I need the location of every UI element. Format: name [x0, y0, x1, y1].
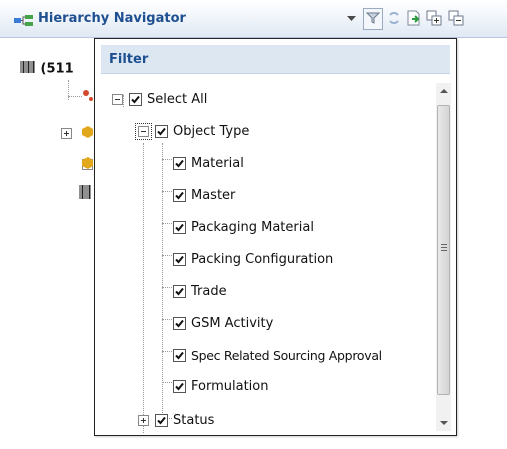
filter-select-all[interactable]: Select All [112, 87, 207, 111]
checkmark-icon [175, 382, 184, 390]
material-label: Material [191, 155, 244, 171]
checkmark-icon [175, 223, 184, 231]
packing-configuration-label: Packing Configuration [191, 251, 334, 267]
scroll-up-icon[interactable] [436, 83, 451, 99]
filter-item-gsm-activity[interactable]: GSM Activity [173, 311, 273, 335]
refresh-icon[interactable] [385, 9, 403, 27]
filter-item-spec-related-sourcing-approval[interactable]: Spec Related Sourcing Approval [173, 343, 382, 367]
checkmark-icon [175, 319, 184, 327]
formulation-label: Formulation [191, 378, 269, 394]
spec-related-sourcing-approval-checkbox[interactable] [173, 348, 186, 362]
collapse-all-icon[interactable] [447, 9, 465, 27]
root-node[interactable]: (511 [20, 60, 74, 78]
filter-popup: Filter Select All Object Type Material M… [94, 38, 457, 436]
gsm-activity-checkbox[interactable] [173, 316, 186, 330]
checkmark-icon [175, 255, 184, 263]
status-checkbox[interactable] [155, 413, 168, 427]
filter-scrollbar[interactable] [436, 83, 451, 431]
expand-node-button[interactable] [61, 128, 72, 139]
expand-all-icon[interactable] [425, 9, 443, 27]
filter-icon [365, 12, 381, 24]
checkmark-icon [157, 416, 166, 424]
packaging-material-checkbox[interactable] [173, 220, 186, 234]
grip-icon [441, 244, 447, 251]
filter-item-master[interactable]: Master [173, 183, 235, 207]
filter-item-formulation[interactable]: Formulation [173, 374, 268, 398]
checkmark-icon [131, 95, 140, 103]
structure-icon [82, 89, 94, 106]
filter-item-trade[interactable]: Trade [173, 279, 227, 303]
status-label: Status [173, 412, 215, 428]
object-type-label: Object Type [173, 123, 250, 139]
checkmark-icon [175, 287, 184, 295]
checkmark-icon [175, 159, 184, 167]
formulation-checkbox[interactable] [173, 379, 186, 393]
checkmark-icon [175, 351, 184, 359]
packaging-material-label: Packaging Material [191, 219, 314, 235]
filter-item-packing-configuration[interactable]: Packing Configuration [173, 247, 333, 271]
filter-tree: Select All Object Type Material Master P… [95, 79, 435, 433]
select-all-checkbox[interactable] [129, 92, 142, 106]
trade-label: Trade [191, 283, 227, 299]
packing-configuration-checkbox[interactable] [173, 252, 186, 266]
collapse-select-all-button[interactable] [112, 93, 123, 105]
filter-button[interactable] [363, 8, 383, 30]
root-node-label: (511 [40, 61, 74, 77]
trade-checkbox[interactable] [173, 284, 186, 298]
filter-popup-header: Filter [101, 45, 450, 74]
gsm-activity-label: GSM Activity [191, 315, 274, 331]
master-label: Master [191, 187, 236, 203]
barcode-icon [20, 60, 36, 78]
spec-related-sourcing-approval-label: Spec Related Sourcing Approval [191, 347, 382, 363]
filter-status[interactable]: Status [138, 408, 214, 432]
panel-title: Hierarchy Navigator [38, 11, 186, 26]
master-checkbox[interactable] [173, 188, 186, 202]
scroll-down-icon[interactable] [436, 415, 451, 431]
package-icon [80, 156, 94, 173]
object-type-checkbox[interactable] [155, 124, 168, 138]
expand-status-button[interactable] [138, 414, 149, 426]
filter-item-material[interactable]: Material [173, 151, 244, 175]
filter-item-packaging-material[interactable]: Packaging Material [173, 215, 314, 239]
barcode-icon [78, 184, 94, 203]
scrollbar-thumb[interactable] [437, 105, 450, 395]
checkmark-icon [175, 191, 184, 199]
select-all-label: Select All [147, 91, 208, 107]
collapse-object-type-button[interactable] [135, 122, 152, 140]
dropdown-arrow-icon[interactable] [343, 9, 361, 27]
checkmark-icon [157, 127, 166, 135]
export-icon[interactable] [405, 9, 423, 27]
material-checkbox[interactable] [173, 156, 186, 170]
panel-header: Hierarchy Navigator [0, 0, 507, 38]
hierarchy-tree-icon [14, 15, 34, 27]
filter-object-type[interactable]: Object Type [135, 119, 250, 143]
filter-popup-title: Filter [109, 52, 149, 67]
package-icon [80, 125, 94, 142]
